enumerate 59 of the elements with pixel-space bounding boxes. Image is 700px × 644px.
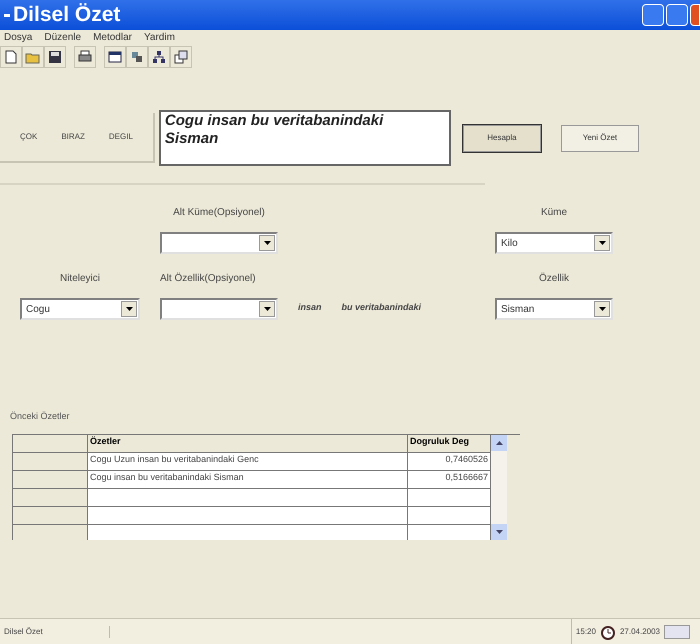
copy-tool-button[interactable] (170, 46, 192, 68)
menu-item[interactable]: Düzenle (44, 30, 82, 45)
save-tool-button[interactable] (44, 46, 66, 68)
status-time: 15:20 (574, 626, 597, 638)
scroll-down-icon[interactable] (491, 524, 507, 540)
copy-icon (173, 49, 189, 65)
clock-icon (600, 624, 616, 640)
scroll-up-icon[interactable] (491, 434, 507, 450)
maximize-button[interactable] (666, 4, 688, 26)
field-label: Niteleyici (60, 272, 100, 286)
new-tool-button[interactable] (0, 46, 22, 68)
dropdown[interactable]: Cogu (20, 298, 140, 320)
window-tool-button[interactable] (104, 46, 126, 68)
summary-word: insan (298, 301, 322, 314)
scrollbar[interactable] (491, 434, 507, 540)
minimize-button[interactable] (642, 4, 664, 26)
row-header[interactable] (13, 506, 88, 524)
open-tool-button[interactable] (22, 46, 44, 68)
status-text: Dilsel Özet (0, 626, 110, 638)
close-button[interactable] (690, 4, 700, 26)
app-icon (4, 14, 10, 16)
tree-icon (151, 49, 167, 65)
dropdown[interactable]: Sisman (495, 298, 613, 320)
summary-line: Sisman (164, 130, 220, 148)
table-cell: Cogu insan bu veritabanindaki Sisman (88, 470, 408, 488)
squares-icon (129, 49, 145, 65)
field-label: Alt Küme(Opsiyonel) (173, 206, 265, 220)
tools-tool-button[interactable] (126, 46, 148, 68)
quantifier-button[interactable]: DEGIL (100, 122, 141, 152)
quantifier-button[interactable]: BIRAZ (53, 122, 93, 152)
summary-word: bu veritabanindaki (342, 301, 422, 314)
window-icon (107, 49, 123, 65)
status-date: 27.04.2003 (618, 626, 661, 638)
window-title: Dilsel Özet (13, 2, 122, 28)
section-label: Önceki Özetler (10, 410, 71, 423)
action-button[interactable]: Hesapla (462, 124, 541, 152)
table-cell: Cogu Uzun insan bu veritabanindaki Genc (88, 452, 408, 470)
row-header[interactable] (13, 452, 88, 470)
row-header[interactable] (13, 524, 88, 540)
field-label: Özellik (538, 272, 569, 286)
page-icon (3, 49, 19, 65)
quantifier-button[interactable]: ÇOK (12, 122, 46, 152)
action-button[interactable]: Yeni Özet (560, 124, 639, 152)
dropdown[interactable] (160, 232, 278, 254)
row-header[interactable] (13, 470, 88, 488)
field-label: Küme (540, 206, 568, 220)
row-header[interactable] (13, 488, 88, 506)
dropdown[interactable]: Kilo (495, 232, 613, 254)
print-tool-button[interactable] (74, 46, 96, 68)
menu-item[interactable]: Metodlar (93, 30, 132, 45)
dropdown[interactable] (160, 298, 278, 320)
calendar-icon (664, 624, 690, 638)
menu-item[interactable]: Yardim (144, 30, 175, 45)
table-cell: 0,5166667 (408, 470, 491, 488)
field-label: Alt Özellik(Opsiyonel) (160, 272, 256, 286)
tree-tool-button[interactable] (148, 46, 170, 68)
table-cell: 0,7460526 (408, 452, 491, 470)
summary-line: Cogu insan bu veritabanindaki (164, 112, 384, 130)
menu-item[interactable]: Dosya (4, 30, 32, 45)
